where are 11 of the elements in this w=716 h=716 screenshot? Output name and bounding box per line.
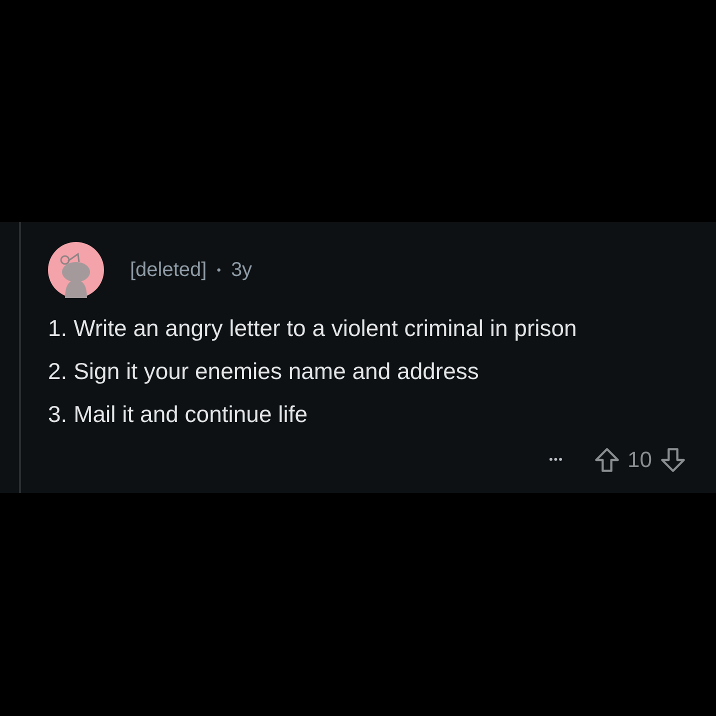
- avatar-icon: [48, 242, 104, 298]
- author-name[interactable]: [deleted]: [130, 258, 207, 282]
- separator-dot: •: [216, 263, 221, 277]
- comment-text: 2. Sign it your enemies name and address: [48, 357, 480, 385]
- upvote-icon[interactable]: [594, 447, 620, 473]
- vote-count: 10: [628, 447, 652, 473]
- comment-text: 3. Mail it and continue life: [48, 400, 309, 428]
- more-options-button[interactable]: •••: [548, 454, 564, 466]
- comment-text: 1. Write an angry letter to a violent criminal in prison: [48, 314, 578, 342]
- comment-age: 3y: [230, 258, 252, 282]
- downvote-icon[interactable]: [660, 447, 686, 473]
